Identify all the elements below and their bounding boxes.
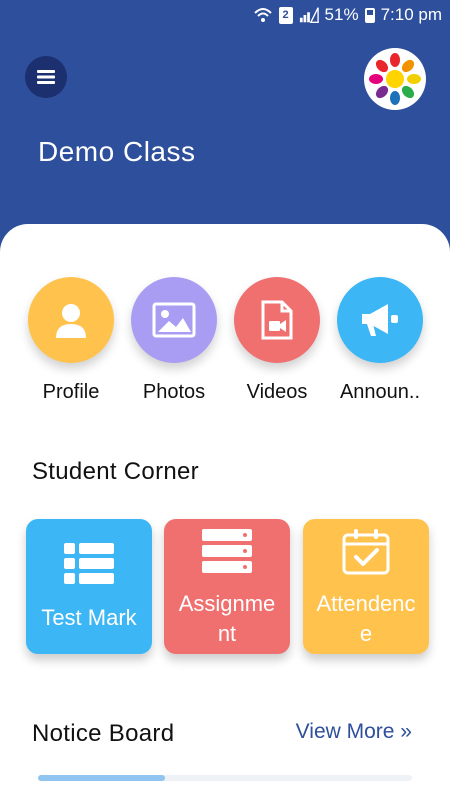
quick-link-label: Profile bbox=[42, 381, 100, 403]
image-icon bbox=[152, 302, 196, 338]
tile-label: Attendenc e bbox=[316, 591, 416, 646]
quick-link-announcements[interactable]: Announ.. bbox=[335, 277, 425, 404]
notice-board-title: Notice Board bbox=[32, 720, 175, 747]
list-icon bbox=[64, 543, 114, 584]
video-file-icon bbox=[261, 300, 293, 340]
quick-link-photos[interactable]: Photos bbox=[129, 277, 219, 404]
megaphone-icon bbox=[362, 304, 398, 336]
videos-circle[interactable] bbox=[234, 277, 320, 363]
quick-link-label: Photos bbox=[142, 381, 206, 403]
profile-circle[interactable] bbox=[28, 277, 114, 363]
calendar-check-icon bbox=[342, 529, 390, 575]
quick-link-label: Videos bbox=[246, 381, 308, 403]
notice-progress-track bbox=[38, 775, 412, 781]
quick-link-videos[interactable]: Videos bbox=[232, 277, 322, 404]
quick-link-label: Announ.. bbox=[339, 381, 421, 403]
status-bar: 2 51% 7:10 pm bbox=[0, 0, 450, 30]
tile-attendance[interactable]: Attendenc e bbox=[303, 519, 429, 654]
tile-label: Assignme nt bbox=[178, 591, 276, 646]
quick-link-profile[interactable]: Profile bbox=[26, 277, 116, 404]
announcements-circle[interactable] bbox=[337, 277, 423, 363]
notice-progress-fill bbox=[38, 775, 166, 781]
photos-circle[interactable] bbox=[131, 277, 217, 363]
view-more-link[interactable]: View More » bbox=[296, 720, 412, 744]
flower-logo-icon bbox=[369, 53, 421, 105]
battery-icon bbox=[364, 7, 375, 23]
battery-percentage: 51% bbox=[324, 5, 359, 24]
header: 2 51% 7:10 pm Demo Class bbox=[0, 0, 450, 260]
tile-test-mark[interactable]: Test Mark bbox=[26, 519, 152, 654]
class-title: Demo Class bbox=[38, 136, 196, 167]
menu-button[interactable] bbox=[25, 56, 67, 98]
stack-icon bbox=[202, 529, 252, 573]
signal-icon bbox=[299, 7, 319, 23]
sim-icon: 2 bbox=[278, 6, 293, 24]
tile-label: Test Mark bbox=[41, 605, 137, 630]
user-icon bbox=[56, 304, 86, 338]
hamburger-icon bbox=[37, 70, 55, 84]
student-corner-title: Student Corner bbox=[32, 458, 199, 485]
tile-assignment[interactable]: Assignme nt bbox=[164, 519, 290, 654]
wifi-icon bbox=[253, 8, 272, 22]
school-logo[interactable] bbox=[364, 48, 426, 110]
clock: 7:10 pm bbox=[380, 5, 442, 24]
